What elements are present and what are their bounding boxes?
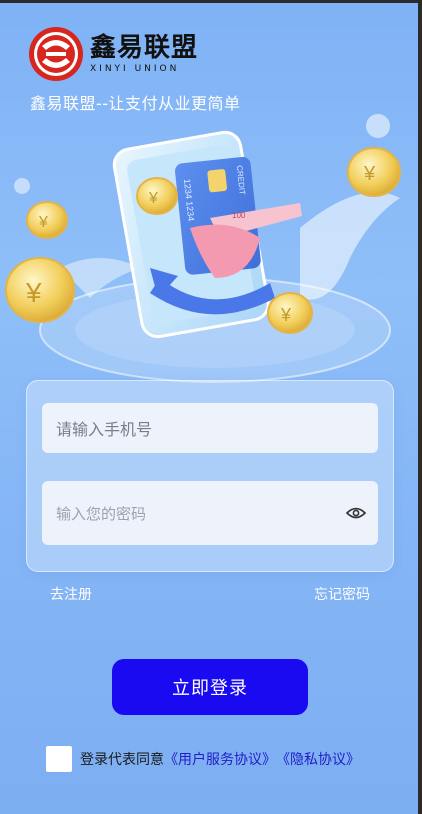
brand-name-en: XINYI UNION [90,64,180,74]
svg-text:¥: ¥ [148,190,158,207]
service-agreement-link[interactable]: 《用户服务协议》 [164,749,276,769]
coin-graphic: ¥ [347,147,401,197]
password-input[interactable]: 输入您的密码 [42,481,378,545]
eye-icon[interactable] [346,506,366,520]
svg-text:¥: ¥ [25,277,42,308]
password-placeholder: 输入您的密码 [56,504,147,523]
svg-text:¥: ¥ [38,214,48,231]
logo-mark-icon [29,27,83,81]
phone-placeholder: 请输入手机号 [56,420,153,439]
agreement-prefix: 登录代表同意 [80,752,164,768]
splash-shape [300,192,400,300]
privacy-agreement-link[interactable]: 《隐私协议》 [276,749,360,769]
register-link[interactable]: 去注册 [50,584,92,604]
status-bar-edge [0,0,422,3]
coin-graphic: ¥ [5,257,75,323]
coin-graphic: ¥ [267,292,313,334]
coin-graphic: ¥ [136,177,178,215]
hero-illustration: CREDIT 1234 1234 100 ¥ ¥ ¥ ¥ ¥ [5,114,401,383]
svg-text:¥: ¥ [280,305,292,325]
agreement-row: 登录代表同意 《用户服务协议》 《隐私协议》 [46,746,360,772]
agreement-checkbox[interactable] [46,746,72,772]
login-button[interactable]: 立即登录 [112,659,308,715]
brand-name-cn: 鑫易联盟 [90,33,199,63]
banknote-value: 100 [232,211,246,220]
svg-text:¥: ¥ [363,163,376,185]
coin-graphic: ¥ [26,201,68,239]
forgot-password-link[interactable]: 忘记密码 [314,584,370,604]
phone-input[interactable]: 请输入手机号 [42,403,378,453]
brand-logo: 鑫易联盟 XINYI UNION [28,26,198,82]
